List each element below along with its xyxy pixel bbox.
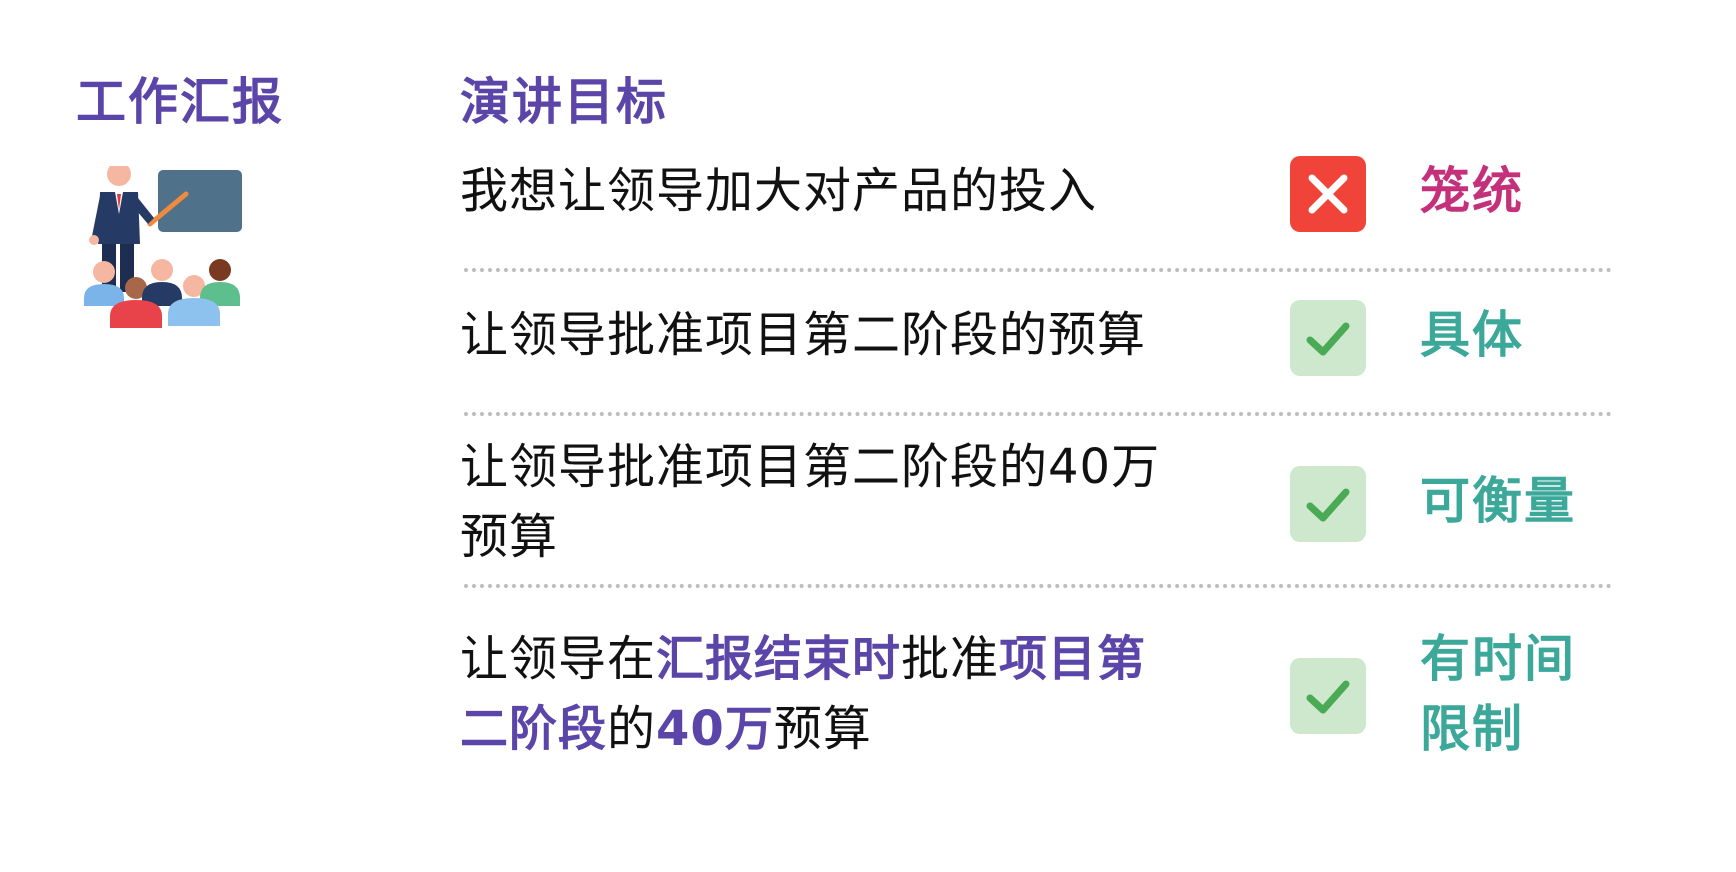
presenter-audience-illustration (82, 162, 282, 366)
goal-text-line: 让领导批准项目第二阶段的40万 (460, 439, 1161, 495)
check-icon (1290, 658, 1366, 734)
goal-text-highlight: 项目第 (999, 631, 1147, 687)
goal-text-highlight: 40万 (656, 701, 774, 757)
divider (464, 584, 1612, 588)
verdict-line: 有时间 (1420, 630, 1576, 688)
verdict-label: 笼统 (1420, 162, 1524, 220)
goal-text-line: 二阶段的40万预算 (460, 694, 1220, 764)
goal-text: 让领导批准项目第二阶段的预算 (460, 307, 1147, 363)
divider (464, 268, 1612, 272)
check-icon (1290, 300, 1366, 376)
goal-row-specific: 让领导批准项目第二阶段的预算 具体 (460, 292, 1610, 382)
goal-header: 演讲目标 (460, 73, 668, 131)
check-icon (1290, 466, 1366, 542)
goal-text: 我想让领导加大对产品的投入 (460, 163, 1098, 219)
goal-row-vague: 我想让领导加大对产品的投入 笼统 (460, 146, 1610, 236)
goal-text-segment: 批准 (901, 631, 1000, 687)
x-icon (1290, 156, 1366, 232)
goal-text-segment: 的 (607, 701, 657, 757)
verdict-label: 有时间 限制 (1420, 624, 1576, 764)
presenter-icon (84, 162, 242, 328)
verdict-line: 限制 (1420, 700, 1524, 758)
goal-row-measurable: 让领导批准项目第二阶段的40万 预算 可衡量 (460, 432, 1610, 572)
goal-text: 让领导批准项目第二阶段的40万 预算 (460, 432, 1220, 572)
goal-text-highlight: 二阶段 (460, 701, 608, 757)
goal-text-segment: 让领导在 (460, 631, 657, 687)
goal-text-line: 预算 (460, 509, 559, 565)
goal-text: 让领导在汇报结束时批准项目第 二阶段的40万预算 (460, 624, 1220, 764)
verdict-label: 具体 (1420, 306, 1524, 364)
section-title: 工作汇报 (76, 73, 284, 131)
goal-row-time-bound: 让领导在汇报结束时批准项目第 二阶段的40万预算 有时间 限制 (460, 624, 1610, 764)
goal-text-line: 让领导在汇报结束时批准项目第 (460, 624, 1220, 694)
verdict-label: 可衡量 (1420, 472, 1576, 530)
goal-text-segment: 预算 (773, 701, 872, 757)
divider (464, 412, 1612, 416)
goal-text-highlight: 汇报结束时 (656, 631, 902, 687)
